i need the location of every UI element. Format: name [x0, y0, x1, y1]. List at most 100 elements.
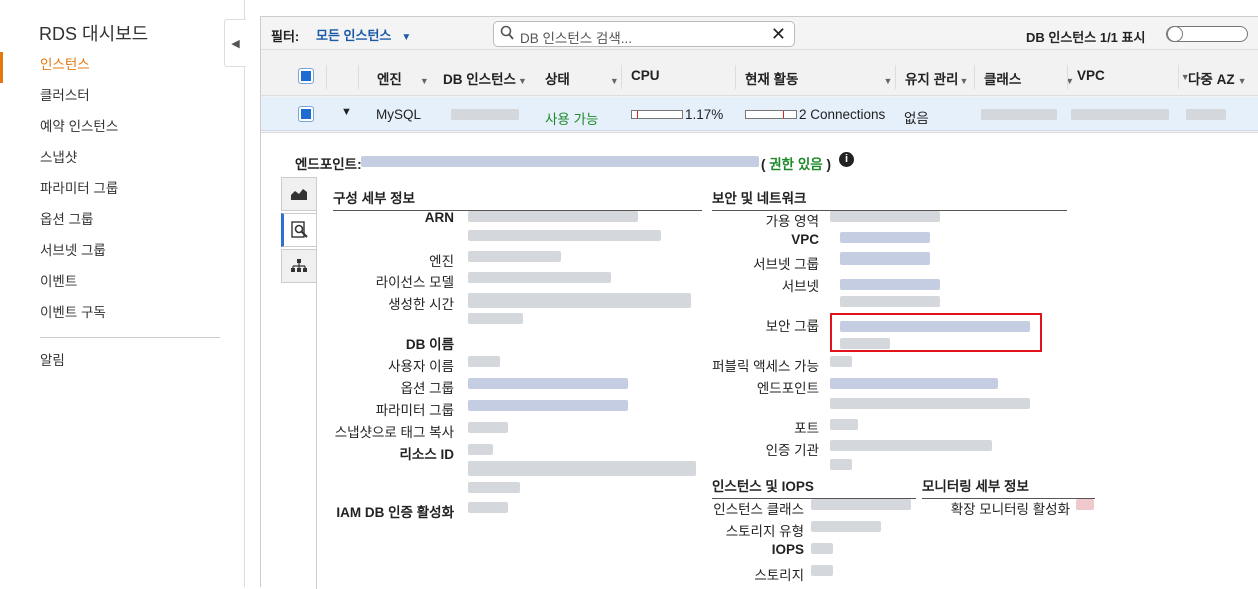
- sidebar-item-reserved-instances[interactable]: 예약 인스턴스: [0, 114, 245, 145]
- column-separator: [895, 65, 896, 89]
- sidebar-nav: 인스턴스 클러스터 예약 인스턴스 스냅샷 파라미터 그룹 옵션 그룹 서브넷 …: [0, 52, 245, 379]
- config-license-label: 라이선스 모델: [375, 275, 454, 290]
- search-icon: [500, 25, 514, 45]
- config-section-title: 구성 세부 정보: [333, 187, 702, 211]
- iops-section-title: 인스턴스 및 IOPS: [712, 475, 916, 499]
- security-section-title: 보안 및 네트워크: [712, 187, 1067, 211]
- redacted-engine-version: [468, 251, 561, 262]
- close-icon[interactable]: ✕: [771, 24, 786, 45]
- column-activity-label: 현재 활동: [745, 72, 799, 87]
- sort-icon: ▼: [609, 76, 619, 86]
- column-engine-label: 엔진: [377, 72, 402, 87]
- sidebar-item-snapshots[interactable]: 스냅샷: [0, 145, 245, 176]
- redacted-storage: [811, 565, 833, 576]
- redacted-iam: [468, 502, 508, 513]
- iops-iops-label: IOPS: [771, 542, 804, 557]
- sidebar-item-events[interactable]: 이벤트: [0, 269, 245, 300]
- sort-icon: ▼: [959, 76, 969, 86]
- tab-details[interactable]: [281, 213, 316, 247]
- cpu-bar-fill: [632, 111, 638, 118]
- redacted-param-group[interactable]: [468, 400, 628, 411]
- column-multi-az[interactable]: 다중 AZ ▼: [1188, 68, 1247, 88]
- config-db-name-label: DB 이름: [405, 337, 454, 352]
- sidebar-item-instances[interactable]: 인스턴스: [0, 52, 245, 83]
- monitoring-enhanced-label: 확장 모니터링 활성화: [950, 502, 1070, 517]
- hierarchy-icon: [291, 259, 307, 272]
- sidebar-item-event-subscriptions[interactable]: 이벤트 구독: [0, 300, 245, 331]
- redacted-option-group[interactable]: [468, 378, 628, 389]
- redacted-created: [468, 293, 691, 308]
- permission-open: (: [761, 157, 770, 172]
- config-username-label: 사용자 이름: [388, 359, 454, 374]
- sidebar-item-clusters[interactable]: 클러스터: [0, 83, 245, 114]
- sidebar-item-parameter-groups[interactable]: 파라미터 그룹: [0, 176, 245, 207]
- column-cpu[interactable]: CPU: [631, 68, 660, 83]
- info-icon[interactable]: i: [839, 152, 854, 167]
- redacted-resource-id: [468, 444, 493, 455]
- redacted-arn-cont: [468, 230, 661, 241]
- redacted-db-instance[interactable]: [451, 109, 519, 120]
- column-class[interactable]: 클래스 ▼: [984, 68, 1074, 88]
- table-header: 엔진 ▼ DB 인스턴스 ▼ 상태 ▼ CPU 현재 활동 ▼ 유지 관리▼ 클래스 ▼ …: [261, 57, 1258, 96]
- column-separator: [358, 65, 359, 89]
- security-subnet-label: 서브넷: [781, 279, 819, 294]
- config-engine-label: 엔진: [429, 254, 454, 269]
- select-all-checkbox[interactable]: [298, 68, 314, 84]
- redacted-resource-id-cont2: [468, 482, 520, 493]
- sidebar-item-subnet-groups[interactable]: 서브넷 그룹: [0, 238, 245, 269]
- permission-status: ( 권한 있음 ): [761, 153, 831, 173]
- tab-panel-border: [316, 177, 317, 589]
- tab-topology[interactable]: [281, 249, 316, 283]
- chevron-left-icon: ◀: [231, 37, 240, 50]
- config-iam-label: IAM DB 인증 활성화: [336, 505, 454, 520]
- redacted-port: [830, 419, 858, 430]
- security-endpoint-label: 엔드포인트: [756, 381, 819, 396]
- column-maintenance[interactable]: 유지 관리▼: [905, 68, 968, 88]
- redacted-class: [981, 109, 1057, 120]
- column-vpc[interactable]: VPC ▼: [1077, 68, 1190, 83]
- config-copy-tags-label: 스냅샷으로 태그 복사: [334, 425, 454, 440]
- filter-dropdown[interactable]: 모든 인스턴스 ▼: [316, 25, 411, 44]
- sidebar-collapse-button[interactable]: ◀: [224, 19, 246, 67]
- redacted-vpc-detail[interactable]: [840, 232, 930, 243]
- search-input[interactable]: DB 인스턴스 검색... ✕: [493, 21, 795, 47]
- view-toggle[interactable]: [1166, 26, 1248, 42]
- table-row[interactable]: ▼ MySQL 사용 가능 1.17% 2 Connections 없음: [261, 97, 1258, 131]
- security-vpc-label: VPC: [791, 232, 819, 247]
- iops-class-label: 인스턴스 클래스: [713, 502, 804, 517]
- tab-monitoring[interactable]: [281, 177, 316, 211]
- redacted-copy-tags: [468, 422, 508, 433]
- column-engine[interactable]: 엔진 ▼: [377, 68, 429, 88]
- main-panel: 필터: 모든 인스턴스 ▼ DB 인스턴스 검색... ✕ DB 인스턴스 1/1…: [260, 16, 1258, 589]
- expand-caret-icon[interactable]: ▼: [341, 106, 352, 118]
- sidebar-item-notifications[interactable]: 알림: [0, 348, 245, 379]
- redacted-created-cont: [468, 313, 523, 324]
- sidebar-title[interactable]: RDS 대시보드: [39, 20, 148, 46]
- row-checkbox[interactable]: [298, 106, 314, 122]
- redacted-endpoint[interactable]: [361, 156, 759, 167]
- column-activity[interactable]: 현재 활동 ▼: [745, 68, 892, 88]
- sort-icon: ▼: [419, 76, 429, 86]
- column-status[interactable]: 상태 ▼: [545, 68, 619, 88]
- column-class-label: 클래스: [984, 72, 1022, 87]
- sidebar-item-option-groups[interactable]: 옵션 그룹: [0, 207, 245, 238]
- security-group-highlight: [830, 313, 1042, 352]
- redacted-public: [830, 356, 852, 367]
- config-resource-id-label: 리소스 ID: [399, 447, 454, 462]
- permission-close: ): [822, 157, 831, 172]
- config-created-label: 생성한 시간: [388, 297, 454, 312]
- sidebar: RDS 대시보드 인스턴스 클러스터 예약 인스턴스 스냅샷 파라미터 그룹 옵…: [0, 0, 245, 587]
- redacted-subnet-cont: [840, 296, 940, 307]
- instance-details-panel: 엔드포인트: ( 권한 있음 ) i 구성 세부 정보 ARN 엔진 라이선스 …: [261, 132, 1258, 589]
- column-db-instance-label: DB 인스턴스: [443, 72, 516, 87]
- column-db-instance[interactable]: DB 인스턴스 ▼: [443, 68, 527, 88]
- column-separator: [621, 65, 622, 89]
- redacted-enhanced: [1076, 499, 1094, 510]
- redacted-storage-type: [811, 521, 881, 532]
- iops-storage-type-label: 스토리지 유형: [725, 524, 804, 539]
- redacted-vpc[interactable]: [1071, 109, 1169, 120]
- sort-icon: ▼: [1237, 76, 1247, 86]
- redacted-arn: [468, 211, 638, 222]
- security-group-label: 보안 그룹: [765, 319, 819, 334]
- redacted-subnet-group[interactable]: [840, 252, 930, 265]
